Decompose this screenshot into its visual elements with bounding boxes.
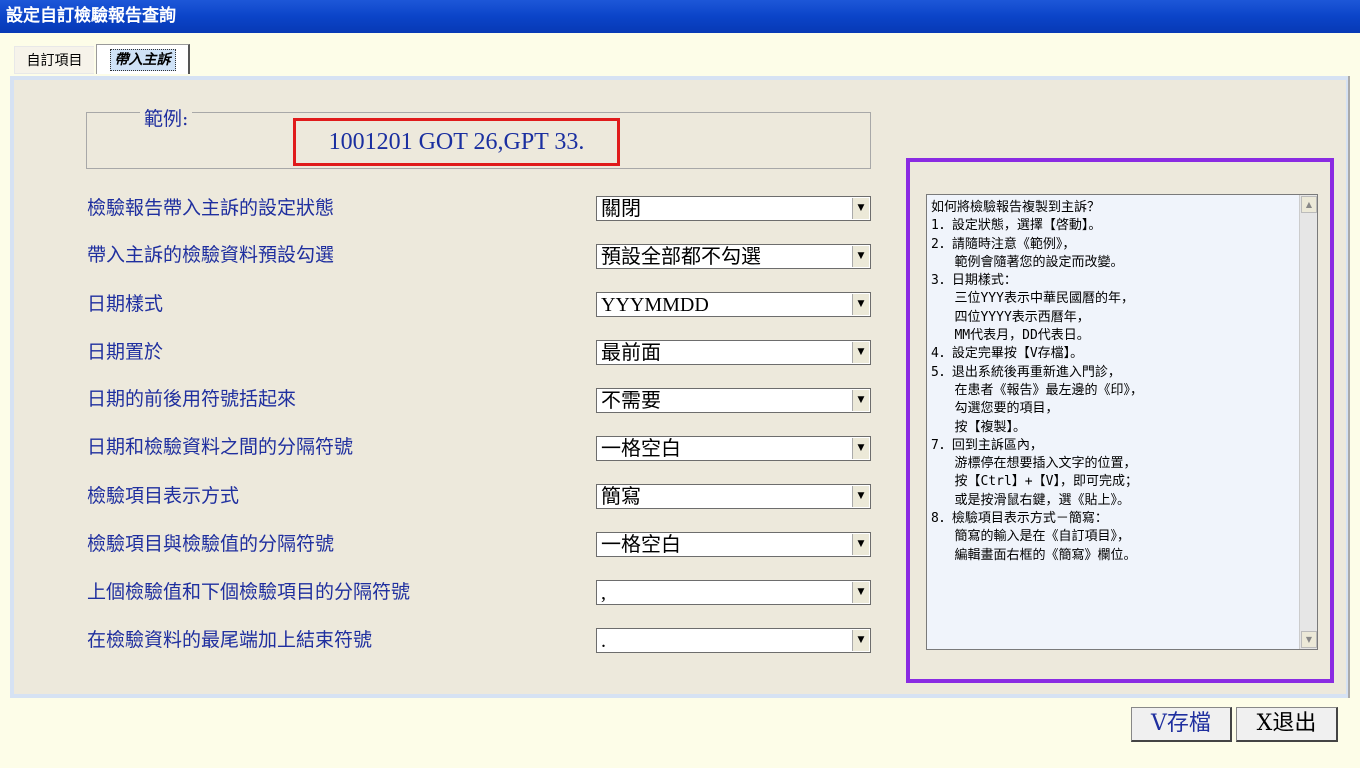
scroll-down-icon[interactable]: ▼ <box>1301 631 1317 648</box>
setting-select-value: 預設全部都不勾選 <box>601 246 761 268</box>
chevron-down-icon[interactable]: ▼ <box>852 342 869 363</box>
setting-select-status[interactable]: 關閉 ▼ <box>596 196 871 221</box>
tab-import-complaint[interactable]: 帶入主訴 <box>96 44 190 74</box>
setting-label-default-check: 帶入主訴的檢驗資料預設勾選 <box>87 244 335 266</box>
setting-select-value: . <box>601 630 606 652</box>
setting-select-value: 最前面 <box>601 342 661 364</box>
setting-select-default-check[interactable]: 預設全部都不勾選 ▼ <box>596 244 871 269</box>
setting-label-date-position: 日期置於 <box>87 341 164 363</box>
chevron-down-icon[interactable]: ▼ <box>852 246 869 267</box>
chevron-down-icon[interactable]: ▼ <box>852 294 869 315</box>
setting-label-value-item-separator: 上個檢驗值和下個檢驗項目的分隔符號 <box>87 581 411 603</box>
panel-edge <box>1348 76 1350 698</box>
exit-button[interactable]: X退出 <box>1236 707 1338 742</box>
example-preview: 1001201 GOT 26,GPT 33. <box>293 118 620 166</box>
setting-select-item-display[interactable]: 簡寫 ▼ <box>596 484 871 509</box>
setting-select-value: 關閉 <box>601 198 641 220</box>
help-scrollbar[interactable]: ▲ ▼ <box>1299 195 1317 649</box>
chevron-down-icon[interactable]: ▼ <box>852 390 869 411</box>
chevron-down-icon[interactable]: ▼ <box>852 438 869 459</box>
setting-label-date-format: 日期樣式 <box>87 293 164 315</box>
setting-select-value: 一格空白 <box>601 438 681 460</box>
chevron-down-icon[interactable]: ▼ <box>852 198 869 219</box>
setting-select-value: , <box>601 582 606 604</box>
tab-import-complaint-label: 帶入主訴 <box>109 49 176 71</box>
help-text: 如何將檢驗報告複製到主訴？ 1．設定狀態，選擇【啓動】。 2．請隨時注意《範例》… <box>931 200 1143 563</box>
tab-custom-items[interactable]: 自訂項目 <box>14 46 94 74</box>
setting-select-value: 一格空白 <box>601 534 681 556</box>
setting-select-value-item-separator[interactable]: , ▼ <box>596 580 871 605</box>
setting-label-date-brackets: 日期的前後用符號括起來 <box>87 388 297 410</box>
example-label: 範例: <box>140 104 193 131</box>
setting-select-date-separator[interactable]: 一格空白 ▼ <box>596 436 871 461</box>
setting-label-status: 檢驗報告帶入主訴的設定狀態 <box>87 197 335 219</box>
help-textarea[interactable]: 如何將檢驗報告複製到主訴？ 1．設定狀態，選擇【啓動】。 2．請隨時注意《範例》… <box>926 194 1318 650</box>
setting-label-item-display: 檢驗項目表示方式 <box>87 485 240 507</box>
setting-select-end-symbol[interactable]: . ▼ <box>596 628 871 653</box>
setting-select-date-brackets[interactable]: 不需要 ▼ <box>596 388 871 413</box>
setting-select-date-position[interactable]: 最前面 ▼ <box>596 340 871 365</box>
setting-label-date-separator: 日期和檢驗資料之間的分隔符號 <box>87 436 354 458</box>
chevron-down-icon[interactable]: ▼ <box>852 630 869 651</box>
save-button[interactable]: V存檔 <box>1131 707 1232 742</box>
setting-label-end-symbol: 在檢驗資料的最尾端加上結束符號 <box>87 629 373 651</box>
setting-label-item-value-separator: 檢驗項目與檢驗值的分隔符號 <box>87 533 335 555</box>
chevron-down-icon[interactable]: ▼ <box>852 582 869 603</box>
setting-select-value: YYYMMDD <box>601 294 709 316</box>
setting-select-value: 簡寫 <box>601 486 641 508</box>
setting-select-date-format[interactable]: YYYMMDD ▼ <box>596 292 871 317</box>
window-title: 設定自訂檢驗報告查詢 <box>0 0 1360 33</box>
chevron-down-icon[interactable]: ▼ <box>852 486 869 507</box>
setting-select-item-value-separator[interactable]: 一格空白 ▼ <box>596 532 871 557</box>
scroll-up-icon[interactable]: ▲ <box>1301 196 1317 213</box>
setting-select-value: 不需要 <box>601 390 661 412</box>
chevron-down-icon[interactable]: ▼ <box>852 534 869 555</box>
